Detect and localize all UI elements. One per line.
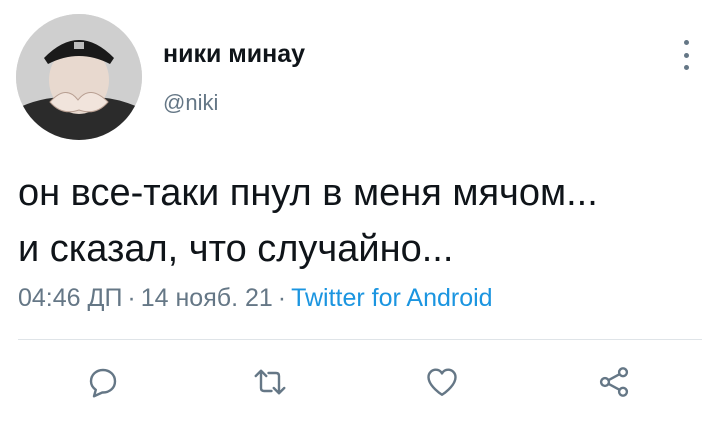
share-button[interactable] bbox=[592, 360, 636, 404]
like-button[interactable] bbox=[420, 360, 464, 404]
tweet-text: он все-таки пнул в меня мячом... и сказа… bbox=[18, 165, 708, 277]
avatar-image bbox=[16, 14, 142, 140]
retweet-icon bbox=[254, 369, 286, 395]
retweet-button[interactable] bbox=[248, 360, 292, 404]
heart-icon bbox=[427, 368, 457, 396]
tweet-date[interactable]: 14 нояб. 21 bbox=[141, 284, 273, 312]
reply-button[interactable] bbox=[81, 360, 125, 404]
meta-separator: · bbox=[277, 284, 287, 312]
tweet-time[interactable]: 04:46 ДП bbox=[18, 284, 122, 312]
author-handle[interactable]: @niki bbox=[163, 90, 218, 116]
author-display-name[interactable]: ники минау bbox=[163, 40, 305, 69]
avatar[interactable] bbox=[16, 14, 142, 140]
tweet-source-link[interactable]: Twitter for Android bbox=[291, 284, 492, 312]
divider bbox=[18, 339, 702, 340]
more-options-icon[interactable] bbox=[670, 38, 702, 72]
meta-separator: · bbox=[127, 284, 136, 312]
share-icon bbox=[599, 367, 629, 397]
tweet-text-line: он все-таки пнул в меня мячом... bbox=[18, 172, 598, 214]
reply-icon bbox=[89, 368, 117, 398]
tweet-meta: 04:46 ДП · 14 нояб. 21 · Twitter for Android bbox=[18, 284, 493, 313]
tweet-text-line: и сказал, что случайно... bbox=[18, 228, 454, 270]
